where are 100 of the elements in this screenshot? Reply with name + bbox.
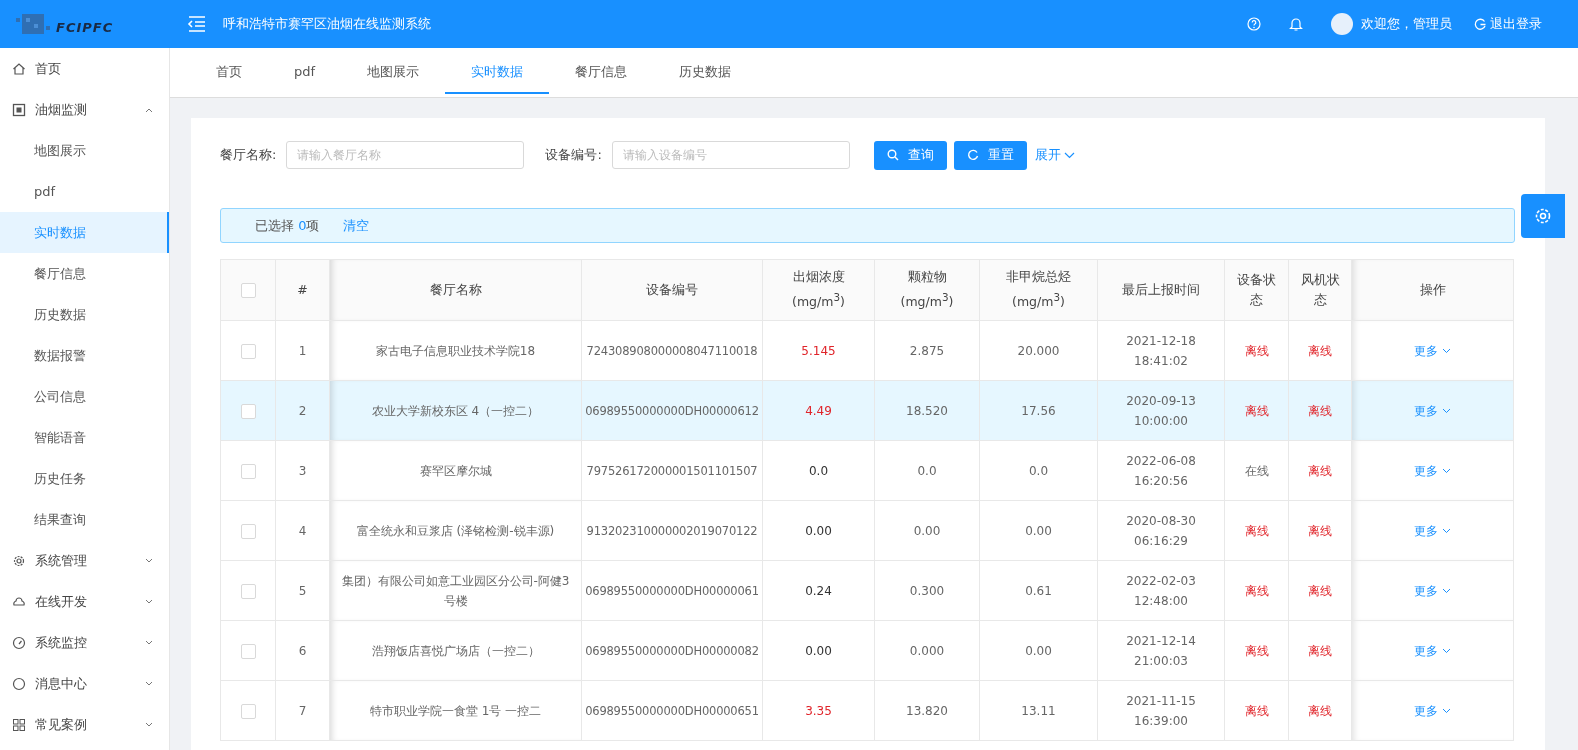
table-cell: 0.24 xyxy=(762,560,875,621)
submenu-item[interactable]: 历史数据 xyxy=(0,294,169,335)
home-icon xyxy=(12,61,26,76)
table-cell: 0.00 xyxy=(979,500,1098,561)
row-checkbox[interactable] xyxy=(240,643,256,659)
chevron-icon xyxy=(145,598,153,605)
table-cell: 2022-06-08 16:20:56 xyxy=(1097,440,1225,501)
table-cell: 特市职业学院一食堂 1号 一控二 xyxy=(329,680,582,741)
chevron-icon xyxy=(145,106,153,113)
header-cell: 餐厅名称 xyxy=(329,259,582,321)
menu-item[interactable]: 常见案例 xyxy=(0,704,169,745)
field-label: 餐厅名称: xyxy=(220,146,277,164)
table-cell: 0.000 xyxy=(874,620,980,681)
table-cell: 1 xyxy=(275,320,330,381)
submenu-item[interactable]: 数据报警 xyxy=(0,335,169,376)
table-cell: 0.00 xyxy=(762,500,875,561)
logo-text: FCIPFC xyxy=(56,19,114,35)
table-cell: 3.35 xyxy=(762,680,875,741)
table-cell: 3 xyxy=(275,440,330,501)
refresh-icon xyxy=(966,149,979,161)
tab[interactable]: 地图展示 xyxy=(341,50,446,94)
welcome-text: 欢迎您，管理员 xyxy=(1361,15,1452,33)
tab[interactable]: pdf xyxy=(268,50,342,94)
input-field[interactable]: 请输入餐厅名称 xyxy=(286,141,525,169)
table-cell: 离线 xyxy=(1224,680,1289,741)
submenu-item[interactable]: 历史任务 xyxy=(0,458,169,499)
table-cell: 离线 xyxy=(1288,500,1352,561)
table-cell: 离线 xyxy=(1288,320,1352,381)
table-cell: 赛罕区摩尔城 xyxy=(329,440,582,501)
chevron-icon xyxy=(1442,407,1451,414)
row-checkbox[interactable] xyxy=(240,583,256,599)
tab[interactable]: 历史数据 xyxy=(653,50,758,94)
menu-item[interactable]: 系统监控 xyxy=(0,622,169,663)
row-checkbox[interactable] xyxy=(240,343,256,359)
table-cell: 17.56 xyxy=(979,380,1098,441)
table-cell: 797526172000001501101507 xyxy=(581,440,763,501)
table-cell: 0.0 xyxy=(762,440,875,501)
settings-button[interactable] xyxy=(1521,194,1565,238)
table-cell: 0.300 xyxy=(874,560,980,621)
table-cell: 离线 xyxy=(1288,620,1352,681)
table-cell: 2021-11-15 16:39:00 xyxy=(1097,680,1225,741)
table-cell: 5.145 xyxy=(762,320,875,381)
search-icon xyxy=(886,149,899,161)
submenu-item[interactable]: 餐厅信息 xyxy=(0,253,169,294)
table-cell: 2.875 xyxy=(874,320,980,381)
table-cell: 724308908000008047110018 xyxy=(581,320,763,381)
header-cell: # xyxy=(275,259,330,321)
menu-item[interactable]: 系统管理 xyxy=(0,540,169,581)
table-cell: 离线 xyxy=(1288,680,1352,741)
table-cell: 0.0 xyxy=(874,440,980,501)
field-label: 设备编号: xyxy=(545,146,602,164)
chevron-icon xyxy=(1442,467,1451,474)
gear-icon xyxy=(1534,207,1552,225)
table-cell: 2021-12-18 18:41:02 xyxy=(1097,320,1225,381)
select-all-checkbox[interactable] xyxy=(240,283,256,298)
table-cell: 4.49 xyxy=(762,380,875,441)
submenu-item[interactable]: 结果查询 xyxy=(0,499,169,540)
table-cell: 离线 xyxy=(1224,500,1289,561)
menu-fold-icon[interactable] xyxy=(187,16,207,32)
menu-item[interactable]: 消息中心 xyxy=(0,663,169,704)
menu-item[interactable]: 首页 xyxy=(0,48,169,89)
tab[interactable]: 餐厅信息 xyxy=(549,50,654,94)
table-cell: 离线 xyxy=(1288,560,1352,621)
cloud-icon xyxy=(12,594,26,609)
row-checkbox[interactable] xyxy=(240,463,256,479)
menu-item[interactable]: 在线开发 xyxy=(0,581,169,622)
submenu-item[interactable]: 智能语音 xyxy=(0,417,169,458)
header-cell: 出烟浓度 (mg/m$^{3}$) xyxy=(762,259,875,321)
chevron-icon xyxy=(1442,527,1451,534)
table-cell: 13.820 xyxy=(874,680,980,741)
submenu-item[interactable]: pdf xyxy=(0,171,169,212)
app-title: 呼和浩特市赛罕区油烟在线监测系统 xyxy=(223,15,431,33)
selection-text: 已选择 0项 xyxy=(255,216,320,235)
table-cell: 集团）有限公司如意工业园区分公司-阿健3号楼 xyxy=(329,560,582,621)
chip-icon xyxy=(12,102,26,117)
header-cell: 设备编号 xyxy=(581,259,763,321)
row-checkbox[interactable] xyxy=(240,523,256,539)
chevron-icon xyxy=(1442,707,1451,714)
bell-icon[interactable] xyxy=(1289,16,1303,32)
header-cell: 风机状态 xyxy=(1288,259,1352,321)
avatar[interactable] xyxy=(1331,13,1353,35)
input-field[interactable]: 请输入设备编号 xyxy=(611,141,850,169)
row-checkbox[interactable] xyxy=(240,703,256,719)
table-cell: 0.00 xyxy=(874,500,980,561)
table-cell: 0.00 xyxy=(762,620,875,681)
table-cell: 家古电子信息职业技术学院18 xyxy=(329,320,582,381)
table-cell: 富全统永和豆浆店 (泽铭检测-锐丰源) xyxy=(329,500,582,561)
tab[interactable]: 首页 xyxy=(190,50,268,94)
table-cell: 4 xyxy=(275,500,330,561)
submenu-item[interactable]: 地图展示 xyxy=(0,130,169,171)
table-cell: 浩翔饭店喜悦广场店（一控二） xyxy=(329,620,582,681)
grid-icon xyxy=(12,717,26,732)
table-cell: 6 xyxy=(275,620,330,681)
help-icon[interactable] xyxy=(1247,17,1261,31)
table-cell: 农业大学新校东区 4（一控二） xyxy=(329,380,582,441)
chevron-icon xyxy=(1063,151,1075,159)
menu-item[interactable]: 油烟监测 xyxy=(0,89,169,130)
row-checkbox[interactable] xyxy=(240,403,256,419)
submenu-item[interactable]: 公司信息 xyxy=(0,376,169,417)
chevron-icon xyxy=(1442,347,1451,354)
